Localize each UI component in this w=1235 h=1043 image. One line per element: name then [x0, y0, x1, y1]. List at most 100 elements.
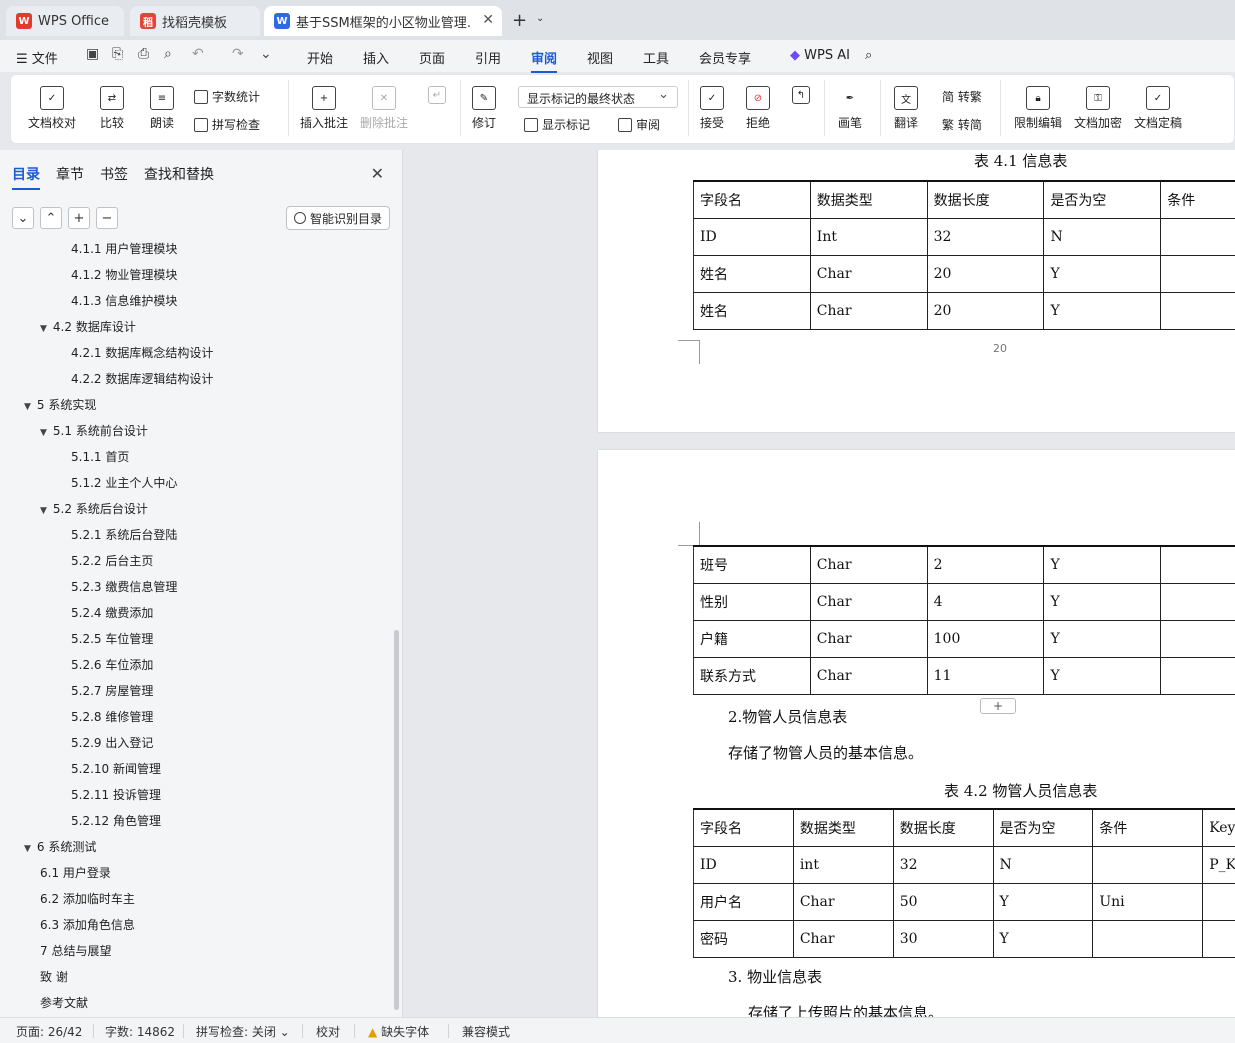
tab-bookmarks[interactable]: 书签: [100, 164, 128, 190]
toc-item[interactable]: 5.2.2 后台主页: [71, 552, 153, 569]
menu-page[interactable]: 页面: [419, 48, 445, 67]
toc-item[interactable]: 5.2.11 投诉管理: [71, 786, 161, 803]
add-row-button[interactable]: +: [980, 698, 1016, 714]
prev-comment-button[interactable]: ↵: [428, 86, 446, 108]
to-simplified-button[interactable]: 繁 转简: [942, 116, 982, 133]
table-cell[interactable]: [1160, 545, 1235, 584]
spell-check-indicator[interactable]: 拼写检查: 关闭 ⌄: [196, 1023, 290, 1040]
table-cell[interactable]: 20: [926, 254, 1045, 293]
table-cell[interactable]: Int: [809, 217, 928, 256]
expand-triangle-icon[interactable]: ▼: [40, 324, 47, 334]
table-cell[interactable]: N: [1043, 217, 1162, 256]
table-cell[interactable]: 100: [926, 619, 1045, 658]
table-cell[interactable]: 数据类型: [792, 808, 894, 847]
delete-comment-button[interactable]: ✕ 删除批注: [360, 86, 408, 131]
table-cell[interactable]: 联系方式: [693, 656, 811, 695]
export-icon[interactable]: ⎘: [112, 46, 123, 62]
table-cell[interactable]: 30: [892, 919, 994, 958]
markup-state-select[interactable]: 显示标记的最终状态: [518, 86, 678, 108]
tab-daoke-templates[interactable]: 稻 找稻壳模板: [130, 6, 260, 36]
toc-item[interactable]: 7 总结与展望: [40, 942, 111, 959]
word-count-button[interactable]: 字数统计: [194, 88, 260, 105]
expand-down-button[interactable]: ⌄: [12, 207, 34, 229]
table-cell[interactable]: 用户名: [693, 882, 794, 921]
proofread-indicator[interactable]: 校对: [316, 1023, 340, 1040]
table-cell[interactable]: Y: [1043, 656, 1162, 695]
toc-item[interactable]: ▼ 6 系统测试: [24, 838, 96, 855]
read-aloud-button[interactable]: ≡ 朗读: [150, 86, 174, 131]
print-preview-icon[interactable]: ⌕: [164, 46, 172, 62]
table-cell[interactable]: Y: [1043, 545, 1162, 584]
toc-item[interactable]: 5.1.2 业主个人中心: [71, 474, 177, 491]
toc-item[interactable]: 致 谢: [40, 968, 68, 985]
table-cell[interactable]: Y: [1043, 619, 1162, 658]
table-cell[interactable]: [1202, 882, 1235, 921]
review-pane-button[interactable]: 审阅: [618, 116, 660, 133]
table-cell[interactable]: [1160, 217, 1235, 256]
word-count-indicator[interactable]: 字数: 14862: [105, 1023, 175, 1040]
reject-button[interactable]: ⊘ 拒绝: [746, 86, 770, 131]
table-cell[interactable]: 50: [892, 882, 994, 921]
table-cell[interactable]: [1092, 845, 1204, 884]
toc-item[interactable]: 4.2.1 数据库概念结构设计: [71, 344, 213, 361]
table-cell[interactable]: 20: [926, 291, 1045, 330]
page-indicator[interactable]: 页面: 26/42: [16, 1023, 82, 1040]
restrict-edit-button[interactable]: 🔒︎ 限制编辑: [1014, 86, 1062, 131]
wps-ai-button[interactable]: ◆ WPS AI: [790, 48, 850, 63]
table-cell[interactable]: 数据类型: [809, 180, 928, 219]
file-menu[interactable]: ☰ 文件: [16, 48, 58, 67]
table-cell[interactable]: 2: [926, 545, 1045, 584]
table-cell[interactable]: 密码: [693, 919, 794, 958]
table-cell[interactable]: [1160, 619, 1235, 658]
undo-icon[interactable]: ↶: [192, 46, 204, 62]
smart-toc-button[interactable]: 智能识别目录: [286, 206, 390, 230]
table-cell[interactable]: Char: [809, 656, 928, 695]
toc-item[interactable]: ▼ 5.2 系统后台设计: [40, 500, 148, 517]
toc-item[interactable]: 4.1.2 物业管理模块: [71, 266, 177, 283]
table-cell[interactable]: Char: [809, 545, 928, 584]
toc-item[interactable]: 6.1 用户登录: [40, 864, 111, 881]
table-cell[interactable]: [1160, 291, 1235, 330]
sidebar-scrollbar[interactable]: [394, 630, 399, 1010]
toc-item[interactable]: 5.2.3 缴费信息管理: [71, 578, 177, 595]
toc-item[interactable]: 6.3 添加角色信息: [40, 916, 135, 933]
toc-item[interactable]: 参考文献: [40, 994, 88, 1011]
prev-change-button[interactable]: ↰: [792, 86, 810, 108]
menu-membership[interactable]: 会员专享: [699, 48, 751, 67]
expand-triangle-icon[interactable]: ▼: [40, 428, 47, 438]
toc-item[interactable]: ▼ 4.2 数据库设计: [40, 318, 136, 335]
table-cell[interactable]: 数据长度: [926, 180, 1045, 219]
table-cell[interactable]: Key: [1202, 808, 1235, 847]
table-cell[interactable]: Char: [809, 582, 928, 621]
print-icon[interactable]: ⎙: [138, 46, 149, 62]
table-cell[interactable]: 是否为空: [992, 808, 1094, 847]
accept-button[interactable]: ✓ 接受: [700, 86, 724, 131]
expand-triangle-icon[interactable]: ▼: [24, 844, 31, 854]
menu-reference[interactable]: 引用: [475, 48, 501, 67]
new-tab-icon[interactable]: +: [512, 10, 527, 31]
toc-item[interactable]: 5.2.12 角色管理: [71, 812, 161, 829]
toc-item[interactable]: 4.1.1 用户管理模块: [71, 242, 177, 257]
remove-heading-button[interactable]: −: [96, 207, 118, 229]
table-cell[interactable]: 4: [926, 582, 1045, 621]
table-cell[interactable]: Char: [809, 619, 928, 658]
table-cell[interactable]: 字段名: [693, 180, 811, 219]
table-cell[interactable]: 姓名: [693, 254, 811, 293]
expand-triangle-icon[interactable]: ▼: [24, 402, 31, 412]
missing-font-indicator[interactable]: ▲ 缺失字体: [368, 1023, 429, 1040]
toc-item[interactable]: 5.2.9 出入登记: [71, 734, 153, 751]
menu-start[interactable]: 开始: [307, 48, 333, 67]
menu-view[interactable]: 视图: [587, 48, 613, 67]
table-cell[interactable]: 条件: [1160, 180, 1235, 219]
toc-item[interactable]: 5.2.4 缴费添加: [71, 604, 153, 621]
table-cell[interactable]: 条件: [1092, 808, 1204, 847]
table-cell[interactable]: ID: [693, 217, 811, 256]
toc-item[interactable]: 5.2.8 维修管理: [71, 708, 153, 725]
menu-review[interactable]: 审阅: [531, 48, 558, 73]
table-cell[interactable]: Y: [1043, 582, 1162, 621]
table-cell[interactable]: 32: [926, 217, 1045, 256]
table-cell[interactable]: 数据长度: [892, 808, 994, 847]
toc-item[interactable]: 5.2.10 新闻管理: [71, 760, 161, 777]
table-cell[interactable]: 32: [892, 845, 994, 884]
table-cell[interactable]: N: [992, 845, 1094, 884]
